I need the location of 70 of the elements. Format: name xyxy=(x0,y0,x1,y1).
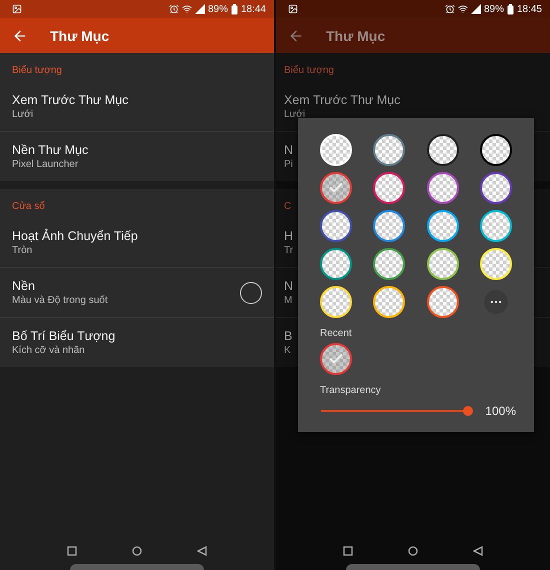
section-title: Cửa sổ xyxy=(11,200,46,214)
wifi-icon xyxy=(458,4,468,14)
color-swatch[interactable] xyxy=(426,210,459,242)
color-swatch[interactable] xyxy=(373,172,406,204)
setting-value: Pi xyxy=(284,159,293,170)
recents-icon[interactable] xyxy=(67,546,78,556)
color-swatch[interactable] xyxy=(480,172,512,204)
setting-title[interactable]: Xem Trước Thư Mục xyxy=(12,93,128,107)
home-handle[interactable] xyxy=(70,564,204,570)
screen-title: Thư Mục xyxy=(50,28,110,44)
setting-title[interactable]: Nền Thư Mục xyxy=(12,143,88,157)
alarm-icon xyxy=(168,4,179,14)
battery-percent: 89% xyxy=(208,4,228,14)
section-title: Biểu tượng xyxy=(283,64,335,78)
clock-time: 18:44 xyxy=(240,4,266,14)
battery-percent: 89% xyxy=(484,4,504,14)
alarm-icon xyxy=(444,4,455,14)
color-swatch[interactable] xyxy=(320,343,352,375)
color-swatch[interactable] xyxy=(320,248,352,280)
setting-value: Pixel Launcher xyxy=(12,159,78,170)
wifi-icon xyxy=(182,4,192,14)
transparency-label: Transparency xyxy=(320,385,382,396)
color-swatch[interactable] xyxy=(480,134,512,166)
back-icon[interactable] xyxy=(196,546,207,556)
setting-value: Kích cỡ và nhãn xyxy=(12,345,85,356)
section-title: C xyxy=(283,200,292,214)
setting-value: M xyxy=(284,295,292,306)
setting-title[interactable]: H xyxy=(284,229,294,243)
section-title: Biểu tượng xyxy=(11,64,63,78)
home-icon[interactable] xyxy=(408,546,418,556)
signal-icon xyxy=(194,4,205,14)
setting-value: Màu và Độ trong suốt xyxy=(12,295,108,306)
image-icon xyxy=(288,4,298,14)
color-swatch[interactable] xyxy=(320,172,352,204)
setting-title[interactable]: B xyxy=(284,329,292,343)
color-swatch[interactable] xyxy=(373,134,406,166)
setting-title[interactable]: Xem Trước Thư Mục xyxy=(284,93,400,107)
setting-title[interactable]: N xyxy=(284,279,294,293)
setting-value: Lưới xyxy=(284,109,306,120)
color-swatch[interactable] xyxy=(426,134,459,166)
back-arrow-icon[interactable] xyxy=(288,28,304,44)
color-swatch[interactable] xyxy=(373,210,406,242)
setting-title[interactable]: N xyxy=(284,143,294,157)
color-swatch[interactable] xyxy=(426,286,459,318)
color-swatch[interactable] xyxy=(373,248,406,280)
battery-icon xyxy=(506,4,514,14)
setting-value: Tr xyxy=(284,245,294,256)
recent-label: Recent xyxy=(320,328,353,339)
transparency-value: 100% xyxy=(485,404,516,418)
setting-title[interactable]: Nền xyxy=(12,279,35,293)
clock-time: 18:45 xyxy=(516,4,542,14)
image-icon xyxy=(12,4,22,14)
color-swatch[interactable] xyxy=(426,172,459,204)
home-icon[interactable] xyxy=(132,546,142,556)
more-button[interactable] xyxy=(484,290,508,314)
home-handle[interactable] xyxy=(346,564,480,570)
setting-value: Tròn xyxy=(12,245,32,256)
back-icon[interactable] xyxy=(472,546,483,556)
color-preview[interactable] xyxy=(240,282,262,304)
signal-icon xyxy=(470,4,481,14)
setting-title[interactable]: Bố Trí Biểu Tượng xyxy=(12,329,116,343)
setting-value: K xyxy=(284,345,291,356)
color-swatch[interactable] xyxy=(320,210,352,242)
setting-title[interactable]: Hoạt Ảnh Chuyển Tiếp xyxy=(12,229,138,243)
setting-value: Lưới xyxy=(12,109,34,120)
color-swatch[interactable] xyxy=(426,248,459,280)
color-swatch[interactable] xyxy=(480,210,512,242)
screen-title: Thư Mục xyxy=(326,28,386,44)
recents-icon[interactable] xyxy=(343,546,354,556)
battery-icon xyxy=(230,4,238,14)
